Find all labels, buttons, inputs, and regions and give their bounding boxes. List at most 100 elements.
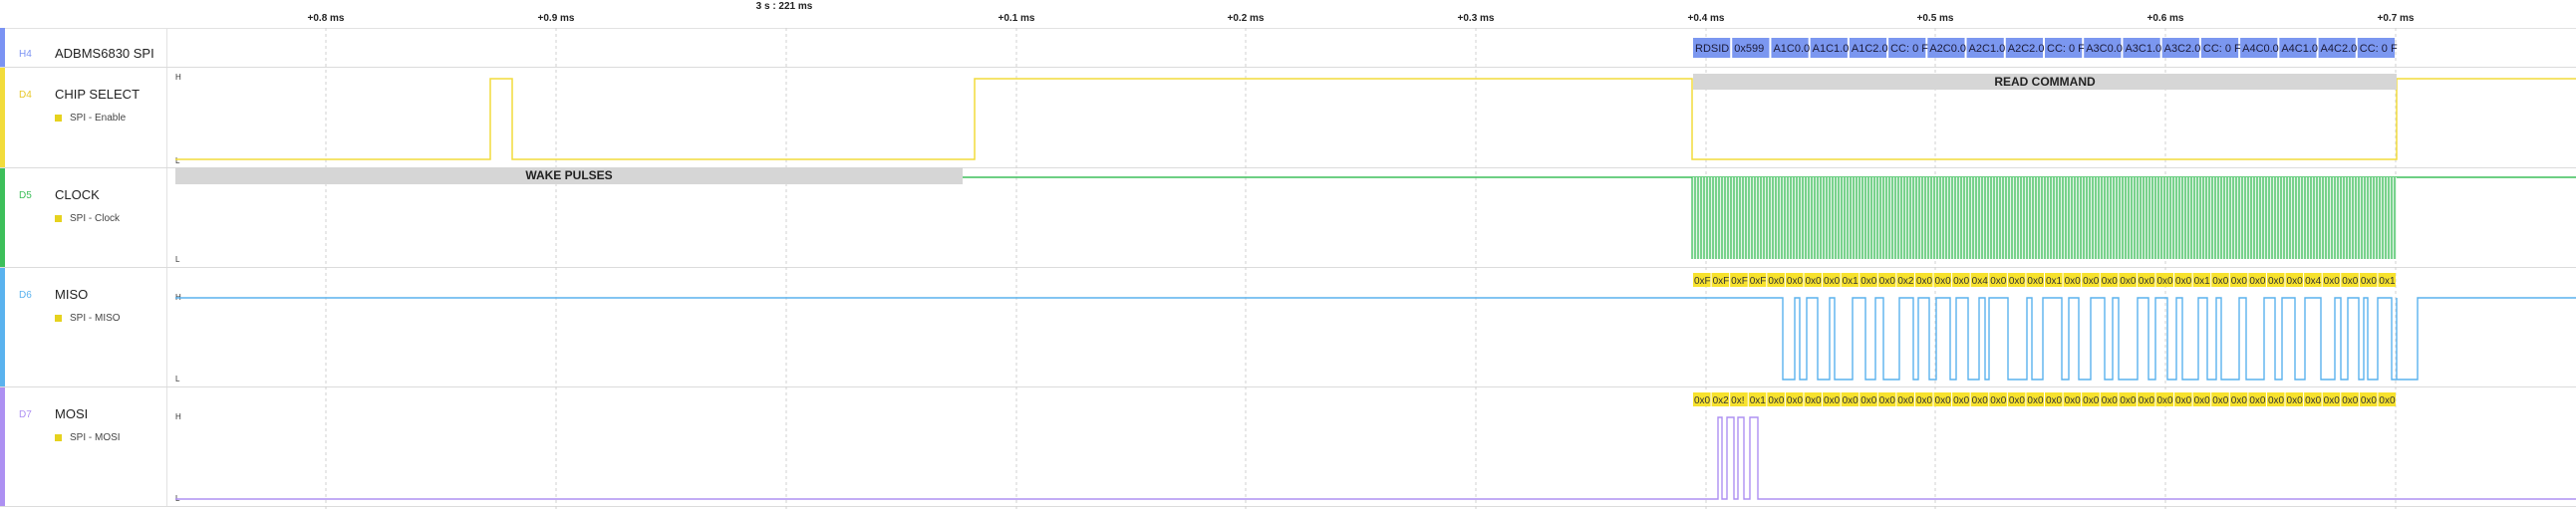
channel-label[interactable]: D5 CLOCK SPI - Clock xyxy=(0,168,167,267)
spi-frame[interactable]: RDSID xyxy=(1693,38,1731,58)
miso-byte[interactable]: 0x0 xyxy=(2174,273,2192,287)
miso-byte[interactable]: 0x0 xyxy=(2137,273,2155,287)
mosi-byte[interactable]: 0x0 xyxy=(2082,392,2100,406)
mosi-byte[interactable]: 0x0 xyxy=(2174,392,2192,406)
mosi-byte[interactable]: 0x0 xyxy=(2155,392,2174,406)
miso-byte[interactable]: 0x0 xyxy=(2229,273,2248,287)
miso-byte[interactable]: 0x0 xyxy=(1914,273,1933,287)
miso-byte[interactable]: 0x0 xyxy=(2359,273,2378,287)
mosi-byte[interactable]: 0x0 xyxy=(2304,392,2322,406)
spi-frame[interactable]: A1C0.0 xyxy=(1771,38,1810,58)
mosi-byte[interactable]: 0x0 xyxy=(2285,392,2304,406)
mosi-byte[interactable]: 0x0 xyxy=(1914,392,1933,406)
miso-byte[interactable]: 0x4 xyxy=(2304,273,2322,287)
spi-frame-annotations[interactable]: RDSID 0x599 A1C0.0 A1C1.0 A1C2.0 CC: 0 F A2C0.… xyxy=(1693,38,2398,58)
miso-byte[interactable]: 0x0 xyxy=(2155,273,2174,287)
mosi-byte[interactable]: 0x0 xyxy=(1785,392,1804,406)
spi-frame[interactable]: 0x599 xyxy=(1732,38,1770,58)
miso-byte[interactable]: 0x0 xyxy=(2082,273,2100,287)
spi-frame[interactable]: A4C0.0 xyxy=(2240,38,2279,58)
spi-frame[interactable]: A3C0.0 xyxy=(2084,38,2123,58)
miso-byte[interactable]: 0x0 xyxy=(1860,273,1877,287)
waveform-plot[interactable]: READ COMMAND WAKE PULSES RDSID 0x599 A1C0.… xyxy=(167,0,2576,509)
miso-byte[interactable]: 0x0 xyxy=(2211,273,2229,287)
mosi-byte[interactable]: 0x0 xyxy=(2378,392,2396,406)
spi-frame[interactable]: A2C2.0 xyxy=(2005,38,2045,58)
mosi-byte[interactable]: 0x0 xyxy=(2045,392,2063,406)
spi-frame[interactable]: CC: 0 F xyxy=(1888,38,1928,58)
miso-byte[interactable]: 0x1 xyxy=(1841,273,1860,287)
miso-byte[interactable]: 0x0 xyxy=(1804,273,1823,287)
mosi-byte[interactable]: 0x0 xyxy=(2229,392,2248,406)
miso-byte[interactable]: 0x0 xyxy=(2248,273,2266,287)
spi-frame[interactable]: A2C1.0 xyxy=(1966,38,2006,58)
spi-frame[interactable]: A4C2.0 xyxy=(2318,38,2358,58)
spi-frame[interactable]: A3C1.0 xyxy=(2123,38,2161,58)
miso-byte[interactable]: 0xF xyxy=(1730,273,1748,287)
mosi-byte[interactable]: 0x0 xyxy=(1841,392,1860,406)
channel-label[interactable]: D6 MISO SPI - MISO xyxy=(0,268,167,386)
mosi-byte[interactable]: 0x0 xyxy=(1952,392,1970,406)
miso-byte[interactable]: 0x0 xyxy=(2100,273,2119,287)
miso-byte[interactable]: 0x0 xyxy=(2285,273,2304,287)
miso-byte[interactable]: 0x0 xyxy=(2266,273,2285,287)
miso-byte[interactable]: 0x0 xyxy=(2119,273,2137,287)
miso-byte[interactable]: 0x0 xyxy=(1823,273,1841,287)
mosi-byte[interactable]: 0x0 xyxy=(2341,392,2359,406)
mosi-byte[interactable]: 0x0 xyxy=(2007,392,2026,406)
spi-frame[interactable]: A4C1.0 xyxy=(2279,38,2318,58)
mosi-byte[interactable]: 0x0 xyxy=(2137,392,2155,406)
miso-byte[interactable]: 0x1 xyxy=(2378,273,2396,287)
mosi-byte[interactable]: 0x0 xyxy=(2119,392,2137,406)
miso-byte[interactable]: 0x0 xyxy=(1989,273,2007,287)
mosi-byte[interactable]: 0x0 xyxy=(1933,392,1952,406)
miso-byte[interactable]: 0xF xyxy=(1748,273,1767,287)
spi-frame[interactable]: CC: 0 F xyxy=(2045,38,2085,58)
miso-byte[interactable]: 0x0 xyxy=(2007,273,2026,287)
mosi-byte[interactable]: 0x0 xyxy=(1767,392,1785,406)
mosi-byte[interactable]: 0x0 xyxy=(2100,392,2119,406)
mosi-byte[interactable]: 0x1 xyxy=(1748,392,1767,406)
spi-frame[interactable]: CC: 0 F xyxy=(2200,38,2241,58)
miso-byte[interactable]: 0x0 xyxy=(2341,273,2359,287)
mosi-byte[interactable]: 0x! xyxy=(1730,392,1748,406)
miso-byte[interactable]: 0x0 xyxy=(2063,273,2082,287)
mosi-byte[interactable]: 0x0 xyxy=(1970,392,1989,406)
mosi-byte[interactable]: 0x0 xyxy=(2211,392,2229,406)
miso-byte-annotations[interactable]: 0xF 0xF 0xF 0xF 0x0 0x0 0x0 0x0 0x1 0x0 0x0 0x2 0x0 0… xyxy=(1693,273,2396,287)
miso-byte[interactable]: 0x1 xyxy=(2045,273,2063,287)
mosi-byte[interactable]: 0x2 xyxy=(1711,392,1730,406)
spi-frame[interactable]: A1C2.0 xyxy=(1849,38,1888,58)
mosi-byte[interactable]: 0x0 xyxy=(2026,392,2044,406)
mosi-byte[interactable]: 0x0 xyxy=(2248,392,2266,406)
mosi-byte[interactable]: 0x0 xyxy=(1693,392,1711,406)
mosi-byte[interactable]: 0x0 xyxy=(2192,392,2211,406)
mosi-byte-annotations[interactable]: 0x0 0x2 0x! 0x1 0x0 0x0 0x0 0x0 0x0 0x0 0x0 0x0 0x0 0… xyxy=(1693,392,2396,406)
channel-label[interactable]: H4 ADBMS6830 SPI xyxy=(0,28,167,67)
mosi-byte[interactable]: 0x0 xyxy=(2359,392,2378,406)
spi-frame[interactable]: A1C1.0 xyxy=(1810,38,1850,58)
mosi-byte[interactable]: 0x0 xyxy=(1896,392,1914,406)
spi-frame[interactable]: A3C2.0 xyxy=(2161,38,2201,58)
miso-byte[interactable]: 0x0 xyxy=(1952,273,1970,287)
miso-byte[interactable]: 0x0 xyxy=(2322,273,2341,287)
miso-byte[interactable]: 0x0 xyxy=(1877,273,1896,287)
miso-byte[interactable]: 0x2 xyxy=(1896,273,1914,287)
mosi-byte[interactable]: 0x0 xyxy=(1804,392,1823,406)
miso-byte[interactable]: 0x0 xyxy=(1767,273,1785,287)
channel-label[interactable]: D4 CHIP SELECT SPI - Enable xyxy=(0,68,167,167)
channel-label[interactable]: D7 MOSI SPI - MOSI xyxy=(0,387,167,506)
mosi-byte[interactable]: 0x0 xyxy=(1860,392,1877,406)
mosi-byte[interactable]: 0x0 xyxy=(2063,392,2082,406)
spi-frame[interactable]: CC: 0 F xyxy=(2357,38,2398,58)
spi-frame[interactable]: A2C0.0 xyxy=(1927,38,1966,58)
miso-byte[interactable]: 0x4 xyxy=(1970,273,1989,287)
mosi-byte[interactable]: 0x0 xyxy=(2322,392,2341,406)
mosi-byte[interactable]: 0x0 xyxy=(1877,392,1896,406)
miso-byte[interactable]: 0xF xyxy=(1693,273,1711,287)
miso-byte[interactable]: 0x0 xyxy=(2026,273,2044,287)
miso-byte[interactable]: 0xF xyxy=(1711,273,1730,287)
miso-byte[interactable]: 0x0 xyxy=(1785,273,1804,287)
mosi-byte[interactable]: 0x0 xyxy=(1989,392,2007,406)
miso-byte[interactable]: 0x1 xyxy=(2192,273,2211,287)
